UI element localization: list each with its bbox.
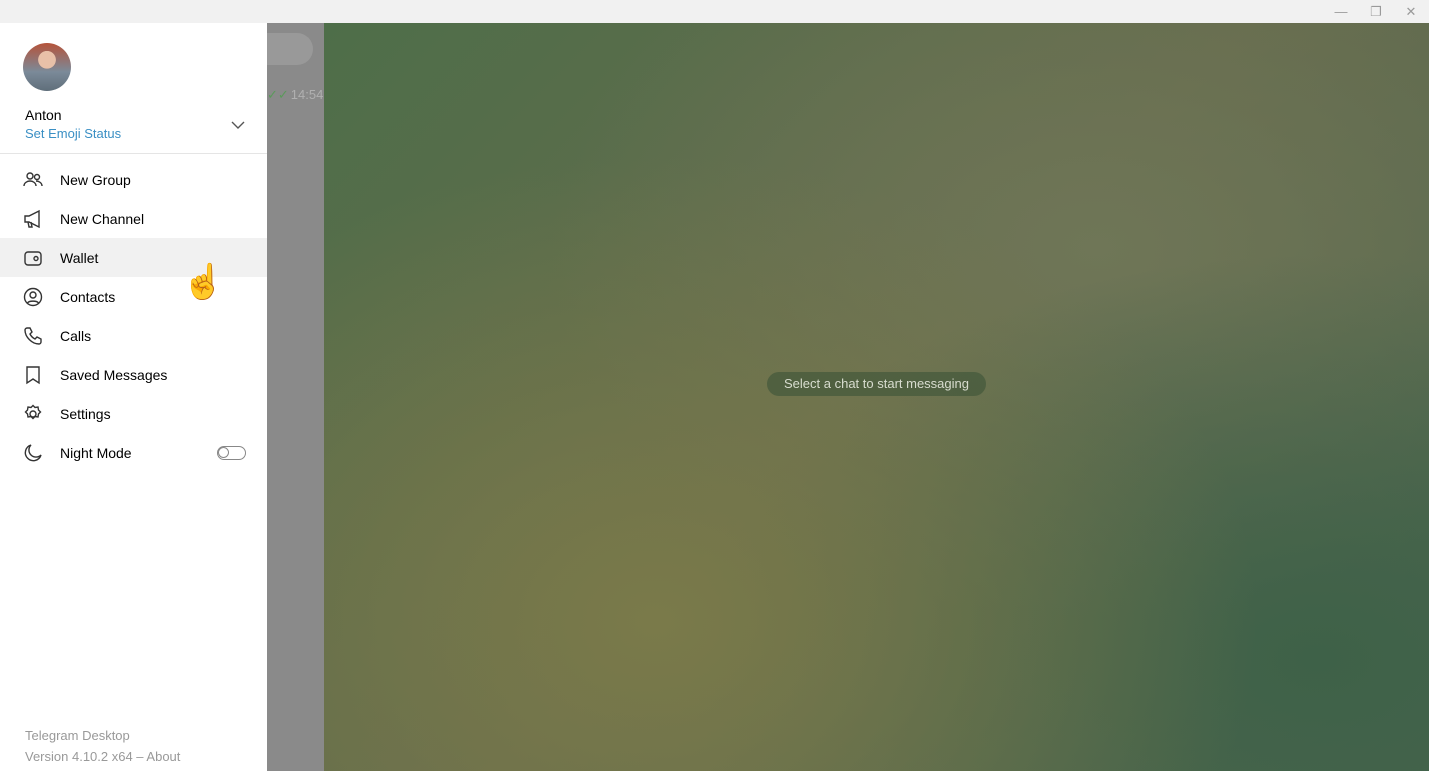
menu-item-settings[interactable]: Settings: [0, 394, 267, 433]
menu-item-wallet[interactable]: Wallet: [0, 238, 267, 277]
wallet-icon: [24, 250, 42, 266]
avatar[interactable]: [23, 43, 71, 91]
label: Wallet: [60, 249, 99, 266]
divider: [0, 153, 267, 154]
double-check-icon: ✓✓: [267, 87, 289, 102]
moon-icon: [24, 443, 42, 461]
title-bar: — ❐ ✕: [0, 0, 1429, 23]
close-button[interactable]: ✕: [1396, 2, 1426, 22]
chevron-down-icon[interactable]: [226, 115, 250, 135]
bookmark-icon: [26, 365, 40, 384]
search-input[interactable]: [267, 33, 313, 65]
version-about-link[interactable]: Version 4.10.2 x64 – About: [25, 749, 180, 764]
hand-cursor-icon: ☝: [182, 263, 225, 301]
night-mode-toggle[interactable]: [217, 446, 246, 460]
empty-chat-hint: Select a chat to start messaging: [767, 372, 986, 396]
gear-icon: [24, 404, 42, 419]
group-icon: [23, 171, 43, 186]
contact-icon: [23, 287, 43, 306]
chat-list-dimmed: ✓✓ 14:54: [267, 23, 324, 771]
label: Night Mode: [60, 444, 132, 461]
time-text: 14:54: [290, 87, 324, 102]
user-name: Anton: [25, 107, 62, 123]
menu-item-saved-messages[interactable]: Saved Messages: [0, 355, 267, 394]
minimize-button[interactable]: —: [1326, 2, 1356, 22]
label: Contacts: [60, 288, 116, 305]
label: New Group: [60, 171, 131, 188]
megaphone-icon: [24, 209, 40, 228]
menu-item-new-group[interactable]: New Group: [0, 160, 267, 199]
chat-time: ✓✓ 14:54: [267, 87, 323, 103]
menu-item-new-channel[interactable]: New Channel: [0, 199, 267, 238]
restore-button[interactable]: ❐: [1361, 2, 1391, 22]
menu-item-calls[interactable]: Calls: [0, 316, 267, 355]
label: Settings: [60, 405, 111, 422]
chat-background: [324, 23, 1429, 771]
label: New Channel: [60, 210, 145, 227]
phone-icon: [24, 326, 42, 345]
label: Saved Messages: [60, 366, 168, 383]
set-emoji-status-link[interactable]: Set Emoji Status: [25, 126, 121, 141]
menu-item-contacts[interactable]: Contacts: [0, 277, 267, 316]
label: Calls: [60, 327, 92, 344]
main-menu: Anton Set Emoji Status New Group New Cha…: [0, 23, 267, 771]
menu-item-night-mode[interactable]: Night Mode: [0, 433, 267, 472]
app-name: Telegram Desktop: [25, 728, 130, 743]
